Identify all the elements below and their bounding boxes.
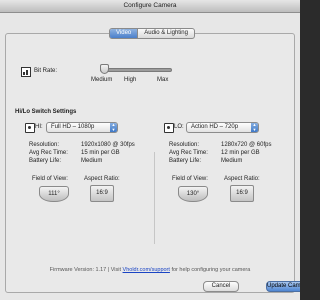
select-arrows-icon: ▲ ▼	[110, 122, 117, 132]
bitrate-option-high: High	[124, 77, 137, 83]
lo-battery-value: Medium	[221, 158, 243, 164]
hi-battery-key: Battery Life:	[29, 158, 62, 164]
tab-audio-lighting[interactable]: Audio & Lighting	[137, 29, 194, 38]
bitrate-slider-track[interactable]	[100, 68, 172, 72]
lo-aspect-button[interactable]: 16:9	[230, 185, 254, 202]
hi-aspect-button[interactable]: 16:9	[90, 185, 114, 202]
lo-fov-label: Field of View:	[172, 176, 208, 182]
tab-video[interactable]: Video	[110, 29, 138, 38]
column-divider	[154, 152, 155, 244]
hi-resolution-value: 1920x1080 @ 30fps	[81, 142, 135, 148]
configure-camera-window: Configure Camera Bit Rate: Medium High M…	[0, 0, 300, 300]
tab-bar: Video Audio & Lighting	[109, 28, 195, 39]
lo-fov-button[interactable]: 130°	[178, 186, 208, 202]
lo-camera-icon	[164, 123, 174, 133]
firmware-text: Firmware Version: 1.17 | Visit	[49, 267, 123, 273]
cancel-button[interactable]: Cancel	[203, 281, 239, 292]
window-title: Configure Camera	[123, 2, 177, 9]
hi-aspect-label: Aspect Ratio:	[84, 176, 120, 182]
lo-label: LO:	[174, 124, 184, 130]
support-link[interactable]: Vholdr.com/support	[123, 267, 170, 273]
hilo-section-heading: Hi/Lo Switch Settings	[15, 109, 77, 115]
lo-aspect-label: Aspect Ratio:	[224, 176, 260, 182]
hi-mode-value: Full HD – 1080p	[51, 124, 95, 130]
hi-resolution-key: Resolution:	[29, 142, 60, 148]
hi-rectime-key: Avg Rec Time:	[29, 150, 68, 156]
firmware-help-text: for help configuring your camera	[169, 267, 251, 273]
hi-battery-value: Medium	[81, 158, 103, 164]
lo-mode-value: Action HD – 720p	[191, 124, 239, 130]
bitrate-label: Bit Rate:	[34, 68, 58, 74]
firmware-line: Firmware Version: 1.17 | Visit Vholdr.co…	[6, 267, 294, 273]
hi-camera-icon	[25, 123, 35, 133]
hi-rectime-value: 15 min per GB	[81, 150, 120, 156]
bitrate-icon	[21, 67, 31, 77]
lo-battery-key: Battery Life:	[169, 158, 202, 164]
select-arrows-icon: ▲ ▼	[251, 122, 258, 132]
settings-panel: Bit Rate: Medium High Max Hi/Lo Switch S…	[5, 33, 295, 293]
lo-mode-select[interactable]: Action HD – 720p ▲ ▼	[186, 122, 259, 133]
update-camera-button[interactable]: Update Camera	[266, 281, 300, 292]
bitrate-option-max: Max	[157, 77, 169, 83]
lo-resolution-value: 1280x720 @ 60fps	[221, 142, 272, 148]
lo-rectime-key: Avg Rec Time:	[169, 150, 208, 156]
bitrate-option-medium: Medium	[91, 77, 113, 83]
lo-resolution-key: Resolution:	[169, 142, 200, 148]
hi-label: HI:	[35, 124, 43, 130]
bitrate-slider-thumb[interactable]	[100, 64, 109, 74]
hi-fov-label: Field of View:	[32, 176, 68, 182]
hi-mode-select[interactable]: Full HD – 1080p ▲ ▼	[46, 122, 118, 133]
lo-rectime-value: 12 min per GB	[221, 150, 260, 156]
hi-fov-button[interactable]: 111°	[39, 186, 69, 202]
title-bar: Configure Camera	[0, 0, 300, 13]
